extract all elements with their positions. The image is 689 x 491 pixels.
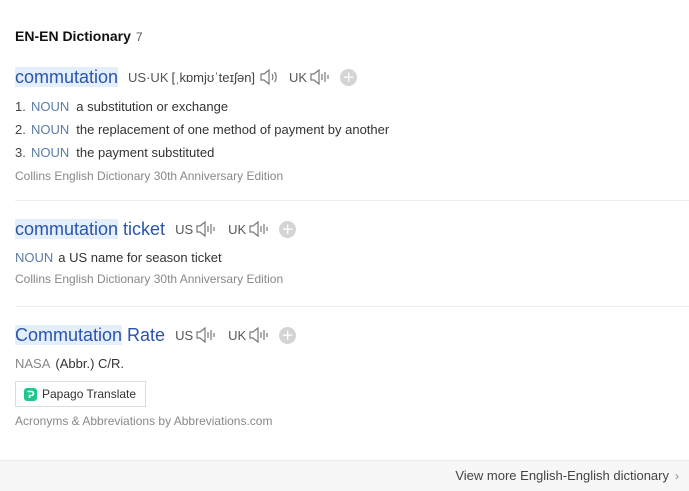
plus-icon[interactable]: + xyxy=(340,68,358,86)
headword-link[interactable]: commutation ticket xyxy=(15,218,165,240)
view-more-link[interactable]: View more English-English dictionary › xyxy=(455,468,679,483)
sense-definition: a substitution or exchange xyxy=(76,99,229,114)
speaker-icon[interactable] xyxy=(196,220,218,238)
sense-number: 3. xyxy=(15,145,26,160)
pronunciation-uk: UK xyxy=(228,220,271,238)
speaker-icon[interactable] xyxy=(249,326,271,344)
headword-highlight: Commutation xyxy=(15,325,123,345)
divider xyxy=(15,306,689,307)
pronunciation-us-uk: US·UK [ˌkɒmjʊˈteɪʃən] xyxy=(128,68,279,86)
speaker-icon[interactable] xyxy=(310,68,332,86)
part-of-speech: NOUN xyxy=(31,122,70,137)
source-attribution: Collins English Dictionary 30th Annivers… xyxy=(15,272,284,286)
speaker-icon[interactable] xyxy=(249,220,271,238)
headword-highlight: commutation xyxy=(15,219,119,239)
sense-row: NOUN a US name for season ticket xyxy=(15,246,689,269)
sense-number: 2. xyxy=(15,122,26,137)
dictionary-header: EN-EN Dictionary 7 xyxy=(15,28,143,48)
part-of-speech: NOUN xyxy=(31,99,70,114)
headword-link[interactable]: Commutation Rate xyxy=(15,324,165,346)
sense-definition: the replacement of one method of payment… xyxy=(76,122,390,137)
divider xyxy=(15,200,689,201)
plus-icon[interactable]: + xyxy=(279,326,297,344)
sense-row: 2. NOUN the replacement of one method of… xyxy=(15,118,689,141)
source-attribution: Acronyms & Abbreviations by Abbreviation… xyxy=(15,414,273,428)
pronunciation-us: US xyxy=(175,326,218,344)
papago-translate-button[interactable]: Papago Translate xyxy=(15,381,147,407)
pronunciation-uk: UK xyxy=(289,68,332,86)
us-label: US xyxy=(175,221,194,237)
papago-translate-label: Papago Translate xyxy=(42,387,137,401)
sense-number: 1. xyxy=(15,99,26,114)
view-more-label: View more English-English dictionary xyxy=(455,468,669,483)
speaker-icon[interactable] xyxy=(259,68,279,86)
uk-label: UK xyxy=(228,327,247,343)
abbr-source: NASA xyxy=(15,356,51,371)
papago-logo-icon xyxy=(24,387,37,401)
sense-row: 1. NOUN a substitution or exchange xyxy=(15,95,689,118)
us-label: US xyxy=(175,327,194,343)
headword-link[interactable]: commutation xyxy=(15,66,119,88)
chevron-right-icon: › xyxy=(675,468,679,483)
sense-row: 3. NOUN the payment substituted xyxy=(15,141,689,164)
sense-definition: the payment substituted xyxy=(76,145,215,160)
result-count: 7 xyxy=(135,30,143,44)
source-attribution: Collins English Dictionary 30th Annivers… xyxy=(15,169,284,183)
footer-bar: View more English-English dictionary › xyxy=(0,460,689,491)
part-of-speech: NOUN xyxy=(31,145,70,160)
speaker-icon[interactable] xyxy=(196,326,218,344)
entry-headline: Commutation Rate US UK + xyxy=(15,323,689,347)
entry-commutation: commutation US·UK [ˌkɒmjʊˈteɪʃən] UK + 1… xyxy=(15,65,689,185)
entry-headline: commutation ticket US UK + xyxy=(15,217,689,241)
uk-label: UK xyxy=(289,69,308,85)
plus-icon[interactable]: + xyxy=(279,220,297,238)
pronunciation-uk: UK xyxy=(228,326,271,344)
sense-definition: (Abbr.) C/R. xyxy=(55,356,125,371)
uk-label: UK xyxy=(228,221,247,237)
dictionary-title: EN-EN Dictionary xyxy=(15,28,131,44)
ipa-text: [ˌkɒmjʊˈteɪʃən] xyxy=(171,69,256,85)
sense-definition: a US name for season ticket xyxy=(58,250,222,265)
sense-row: NASA (Abbr.) C/R. xyxy=(15,352,689,375)
entry-headline: commutation US·UK [ˌkɒmjʊˈteɪʃən] UK + xyxy=(15,65,689,89)
headword-rest: ticket xyxy=(118,219,166,239)
headword-highlight: commutation xyxy=(15,67,119,87)
pron-label: US·UK xyxy=(128,69,169,85)
part-of-speech: NOUN xyxy=(15,250,54,265)
headword-rest: Rate xyxy=(122,325,166,345)
entry-commutation-rate: Commutation Rate US UK + NASA (Abbr.) C/… xyxy=(15,323,689,430)
entry-commutation-ticket: commutation ticket US UK + NOUN a US nam… xyxy=(15,217,689,288)
pronunciation-us: US xyxy=(175,220,218,238)
